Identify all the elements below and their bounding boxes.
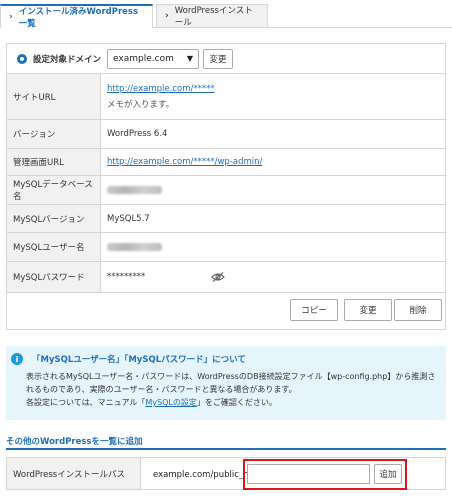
notice-text: 」をご確認ください。	[196, 398, 277, 407]
table-row: MySQLユーザー名	[7, 233, 445, 262]
db-password-masked: *********	[107, 272, 146, 282]
chevron-right-icon: ›	[9, 12, 13, 22]
section-divider	[6, 448, 446, 450]
db-name-masked	[107, 186, 162, 194]
eye-off-icon[interactable]	[211, 272, 226, 282]
mysql-version-value: MySQL5.7	[107, 213, 150, 224]
admin-url-link[interactable]: http://example.com/*****/wp-admin/	[107, 157, 262, 167]
notice-title: 「MySQLユーザー名」「MySQLパスワード」について	[32, 355, 246, 365]
mysql-notice: i 「MySQLユーザー名」「MySQLパスワード」について 表示されるMySQ…	[6, 346, 446, 420]
notice-line: 各設定については、マニュアル「MySQLの設定」をご確認ください。	[26, 396, 438, 409]
change-button[interactable]: 変更	[344, 299, 392, 321]
table-row: サイトURL http://example.com/***** メモが入ります。	[7, 74, 445, 120]
table-row: MySQLパスワード *********	[7, 262, 445, 292]
action-bar: コピー 変更 削除	[6, 290, 446, 330]
notice-text: 各設定については、マニュアル「	[26, 398, 146, 407]
db-user-label: MySQLユーザー名	[7, 233, 101, 261]
wordpress-info-table: サイトURL http://example.com/***** メモが入ります。…	[6, 73, 446, 293]
change-domain-button[interactable]: 変更	[203, 48, 234, 69]
highlight-box	[243, 459, 407, 490]
tab-installed-list[interactable]: › インストール済みWordPress一覧	[0, 4, 153, 29]
db-password-cell: *********	[101, 262, 445, 292]
add-section-title: その他のWordPressを一覧に追加	[6, 437, 143, 447]
mysql-version-label: MySQLバージョン	[7, 205, 101, 232]
add-install-path-row: WordPressインストールパス example.com/public_htm…	[6, 457, 446, 490]
version-label: バージョン	[7, 120, 101, 148]
site-url-link[interactable]: http://example.com/*****	[107, 84, 215, 94]
site-memo: メモが入ります。	[107, 99, 175, 110]
copy-button[interactable]: コピー	[290, 299, 338, 321]
info-icon: i	[11, 353, 23, 365]
tab-install[interactable]: › WordPressインストール	[156, 4, 268, 28]
notice-body: 表示されるMySQLユーザー名・パスワードは、WordPressのDB接続設定フ…	[26, 370, 438, 409]
domain-select-value: example.com	[113, 53, 174, 64]
version-value: WordPress 6.4	[107, 129, 168, 139]
table-row: MySQLデータベース名	[7, 176, 445, 205]
table-row: バージョン WordPress 6.4	[7, 120, 445, 149]
admin-url-cell: http://example.com/*****/wp-admin/	[101, 149, 445, 175]
db-password-label: MySQLパスワード	[7, 262, 101, 292]
install-path-label: WordPressインストールパス	[7, 458, 141, 489]
domain-selector-row: 設定対象ドメイン example.com ▼ 変更	[6, 43, 446, 73]
delete-button[interactable]: 削除	[394, 299, 442, 321]
notice-line: 表示されるMySQLユーザー名・パスワードは、WordPressのDB接続設定フ…	[26, 372, 436, 381]
chevron-down-icon: ▼	[186, 54, 194, 63]
domain-label: 設定対象ドメイン	[33, 54, 102, 65]
site-url-label: サイトURL	[7, 74, 101, 119]
db-name-label: MySQLデータベース名	[7, 176, 101, 204]
db-user-masked	[107, 243, 162, 251]
db-name-cell	[101, 176, 445, 204]
radio-selected-icon[interactable]	[17, 53, 27, 64]
site-url-cell: http://example.com/***** メモが入ります。	[101, 74, 445, 119]
admin-url-label: 管理画面URL	[7, 149, 101, 175]
db-user-cell	[101, 233, 445, 261]
domain-select[interactable]: example.com ▼	[107, 48, 200, 69]
tab-bar: › インストール済みWordPress一覧 › WordPressインストール	[0, 0, 452, 29]
tab-install-label: WordPressインストール	[174, 6, 253, 28]
table-row: MySQLバージョン MySQL5.7	[7, 205, 445, 233]
chevron-right-icon: ›	[165, 11, 169, 21]
notice-title-row: i 「MySQLユーザー名」「MySQLパスワード」について	[11, 353, 246, 365]
table-row: 管理画面URL http://example.com/*****/wp-admi…	[7, 149, 445, 176]
mysql-settings-link[interactable]: MySQLの設定	[145, 398, 196, 407]
tab-installed-list-label: インストール済みWordPress一覧	[18, 7, 139, 29]
notice-line: れるものであり、実際のユーザー名・パスワードと異なる場合があります。	[26, 385, 297, 394]
